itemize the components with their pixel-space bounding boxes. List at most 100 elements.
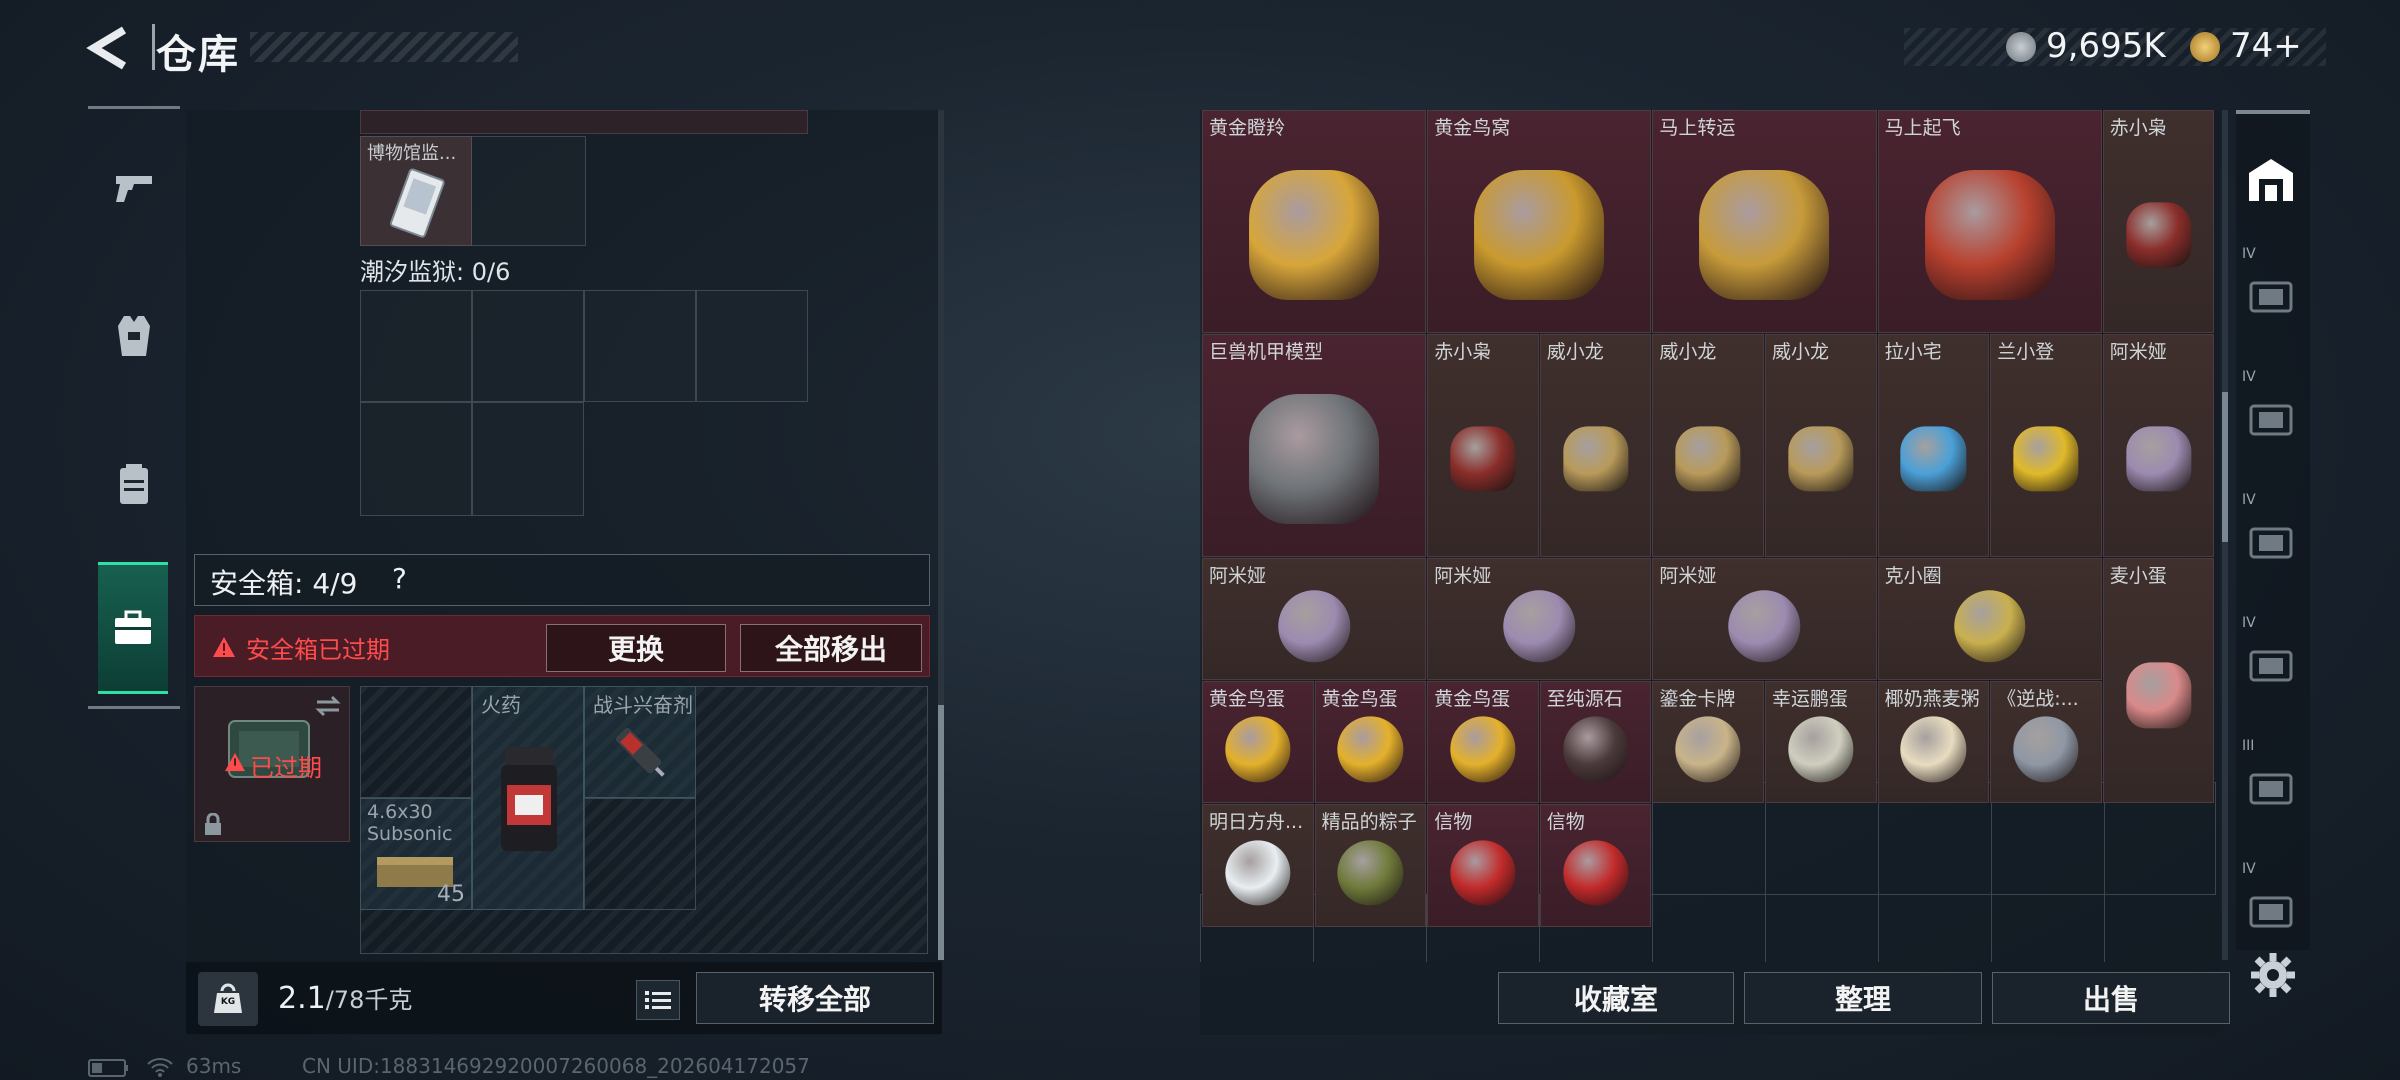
storage-tab-4[interactable]: IV	[2236, 609, 2306, 719]
collection-item[interactable]: 信物	[1539, 804, 1652, 927]
safebox-item-gunpowder[interactable]: 火药	[472, 686, 584, 910]
museum-item-name: 博物馆监...	[367, 143, 457, 164]
document-icon	[390, 168, 445, 238]
right-scrollbar-thumb[interactable]	[2222, 392, 2228, 542]
left-scrollbar-thumb[interactable]	[938, 705, 944, 960]
tier-label: IV	[2242, 615, 2256, 631]
collection-item-name: 黄金鸟蛋	[1434, 688, 1511, 711]
sidebar-item-weapons[interactable]	[88, 128, 180, 248]
storage-tab-5[interactable]: III	[2236, 732, 2306, 842]
collection-item[interactable]: 马上转运	[1652, 110, 1877, 333]
prison-slot[interactable]	[472, 290, 584, 402]
safebox-item-stim[interactable]: 战斗兴奋剂	[584, 686, 696, 798]
safebox-cell[interactable]	[360, 686, 472, 798]
settings-gear-icon[interactable]	[2248, 950, 2298, 1000]
sidebar-item-backpack[interactable]	[88, 424, 180, 544]
help-icon[interactable]: ?	[392, 562, 407, 595]
sidebar-item-safebox[interactable]	[98, 562, 168, 694]
item-name: 战斗兴奋剂	[593, 693, 693, 717]
collection-item-name: 黄金瞪羚	[1209, 117, 1286, 139]
item-figure-icon	[1562, 426, 1629, 492]
storage-tab-2[interactable]: IV	[2236, 363, 2306, 473]
item-figure-icon	[2125, 662, 2192, 728]
collection-item-name: 黄金鸟蛋	[1321, 688, 1398, 711]
prison-slot[interactable]	[360, 290, 472, 402]
collection-item[interactable]: 克小圈	[1877, 558, 2102, 681]
collection-item[interactable]: 赤小枭	[1427, 334, 1539, 557]
collection-item[interactable]: 信物	[1427, 804, 1539, 927]
item-figure-icon	[1788, 716, 1854, 783]
collection-item-name: 马上转运	[1659, 117, 1736, 139]
collection-item[interactable]: 麦小蛋	[2102, 558, 2215, 804]
collection-room-button[interactable]: 收藏室	[1498, 972, 1734, 1024]
item-figure-icon	[1225, 840, 1291, 906]
sidebar-bottom-divider	[88, 706, 180, 709]
storage-tab-1[interactable]: IV	[2236, 240, 2306, 350]
swap-icon[interactable]	[313, 695, 343, 717]
expired-warning-icon	[225, 752, 245, 772]
storage-tab-6[interactable]: IV	[2236, 855, 2306, 965]
collection-item[interactable]: 黄金鸟蛋	[1314, 681, 1427, 804]
silver-coin-icon	[2006, 32, 2036, 62]
item-figure-icon	[2013, 426, 2079, 492]
collection-item[interactable]: 阿米娅	[1652, 558, 1877, 681]
collection-item[interactable]: 《逆战:...	[1990, 681, 2102, 804]
item-figure-icon	[1474, 169, 1605, 300]
safebox-item-ammo[interactable]: 4.6x30 Subsonic 45	[360, 798, 472, 910]
collection-item[interactable]: 阿米娅	[1202, 558, 1427, 681]
collection-item[interactable]: 威小龙	[1765, 334, 1877, 557]
collection-item[interactable]: 马上起飞	[1877, 110, 2102, 333]
collection-item[interactable]: 鎏金卡牌	[1652, 681, 1764, 804]
collection-item[interactable]: 巨兽机甲模型	[1202, 334, 1427, 557]
prison-slot[interactable]	[360, 402, 472, 516]
back-icon[interactable]	[84, 26, 134, 70]
collection-item[interactable]: 兰小登	[1990, 334, 2102, 557]
safebox-cell[interactable]	[584, 798, 696, 910]
collection-item[interactable]: 明日方舟...	[1202, 804, 1314, 927]
collection-item[interactable]: 阿米娅	[2102, 334, 2215, 557]
container-icon	[2249, 650, 2293, 682]
collection-item-name: 信物	[1546, 811, 1585, 834]
prison-slot[interactable]	[696, 290, 808, 402]
list-icon	[645, 991, 671, 1009]
collection-item-name: 巨兽机甲模型	[1209, 341, 1324, 363]
collection-item-name: 拉小宅	[1884, 341, 1942, 363]
museum-item[interactable]: 博物馆监...	[360, 136, 472, 246]
prison-slot[interactable]	[584, 290, 696, 402]
sell-button[interactable]: 出售	[1992, 972, 2230, 1024]
collection-item[interactable]: 黄金鸟蛋	[1427, 681, 1539, 804]
collection-item[interactable]: 至纯源石	[1539, 681, 1652, 804]
sidebar-item-armor[interactable]	[88, 276, 180, 396]
collection-item[interactable]: 黄金鸟窝	[1427, 110, 1652, 333]
collection-item[interactable]: 威小龙	[1539, 334, 1652, 557]
collection-item-name: 幸运鹏蛋	[1772, 688, 1849, 711]
uid-readout: CN UID:18831469292000726006​8_2026041720…	[302, 1054, 810, 1078]
tier-label: IV	[2242, 492, 2256, 508]
prison-slot[interactable]	[472, 402, 584, 516]
container-icon	[2249, 404, 2293, 436]
collection-item[interactable]: 阿米娅	[1427, 558, 1652, 681]
storage-tab-3[interactable]: IV	[2236, 486, 2306, 596]
collection-item[interactable]: 精品的粽子	[1314, 804, 1427, 927]
list-view-button[interactable]	[636, 980, 680, 1020]
move-all-button[interactable]: 全部移出	[740, 624, 922, 672]
collection-item[interactable]: 拉小宅	[1877, 334, 1990, 557]
replace-button[interactable]: 更换	[546, 624, 726, 672]
collection-item[interactable]: 椰奶燕麦粥	[1877, 681, 1990, 804]
collection-item-name: 信物	[1434, 811, 1473, 834]
collection-item-name: 赤小枭	[1434, 341, 1492, 363]
organize-button[interactable]: 整理	[1744, 972, 1982, 1024]
collection-item[interactable]: 黄金瞪羚	[1202, 110, 1427, 333]
collection-item-name: 《逆战:...	[1997, 688, 2079, 711]
container-icon	[2249, 896, 2293, 928]
item-figure-icon	[1788, 426, 1854, 492]
collection-item[interactable]: 黄金鸟蛋	[1202, 681, 1314, 804]
collection-item[interactable]: 幸运鹏蛋	[1765, 681, 1877, 804]
currency-gold[interactable]: 74+	[2230, 26, 2302, 66]
storage-tab-main[interactable]	[2236, 124, 2306, 234]
tier-label: IV	[2242, 861, 2256, 877]
item-figure-icon	[1675, 426, 1741, 492]
collection-item[interactable]: 赤小枭	[2102, 110, 2215, 333]
collection-item[interactable]: 威小龙	[1652, 334, 1764, 557]
transfer-all-button[interactable]: 转移全部	[696, 972, 934, 1024]
